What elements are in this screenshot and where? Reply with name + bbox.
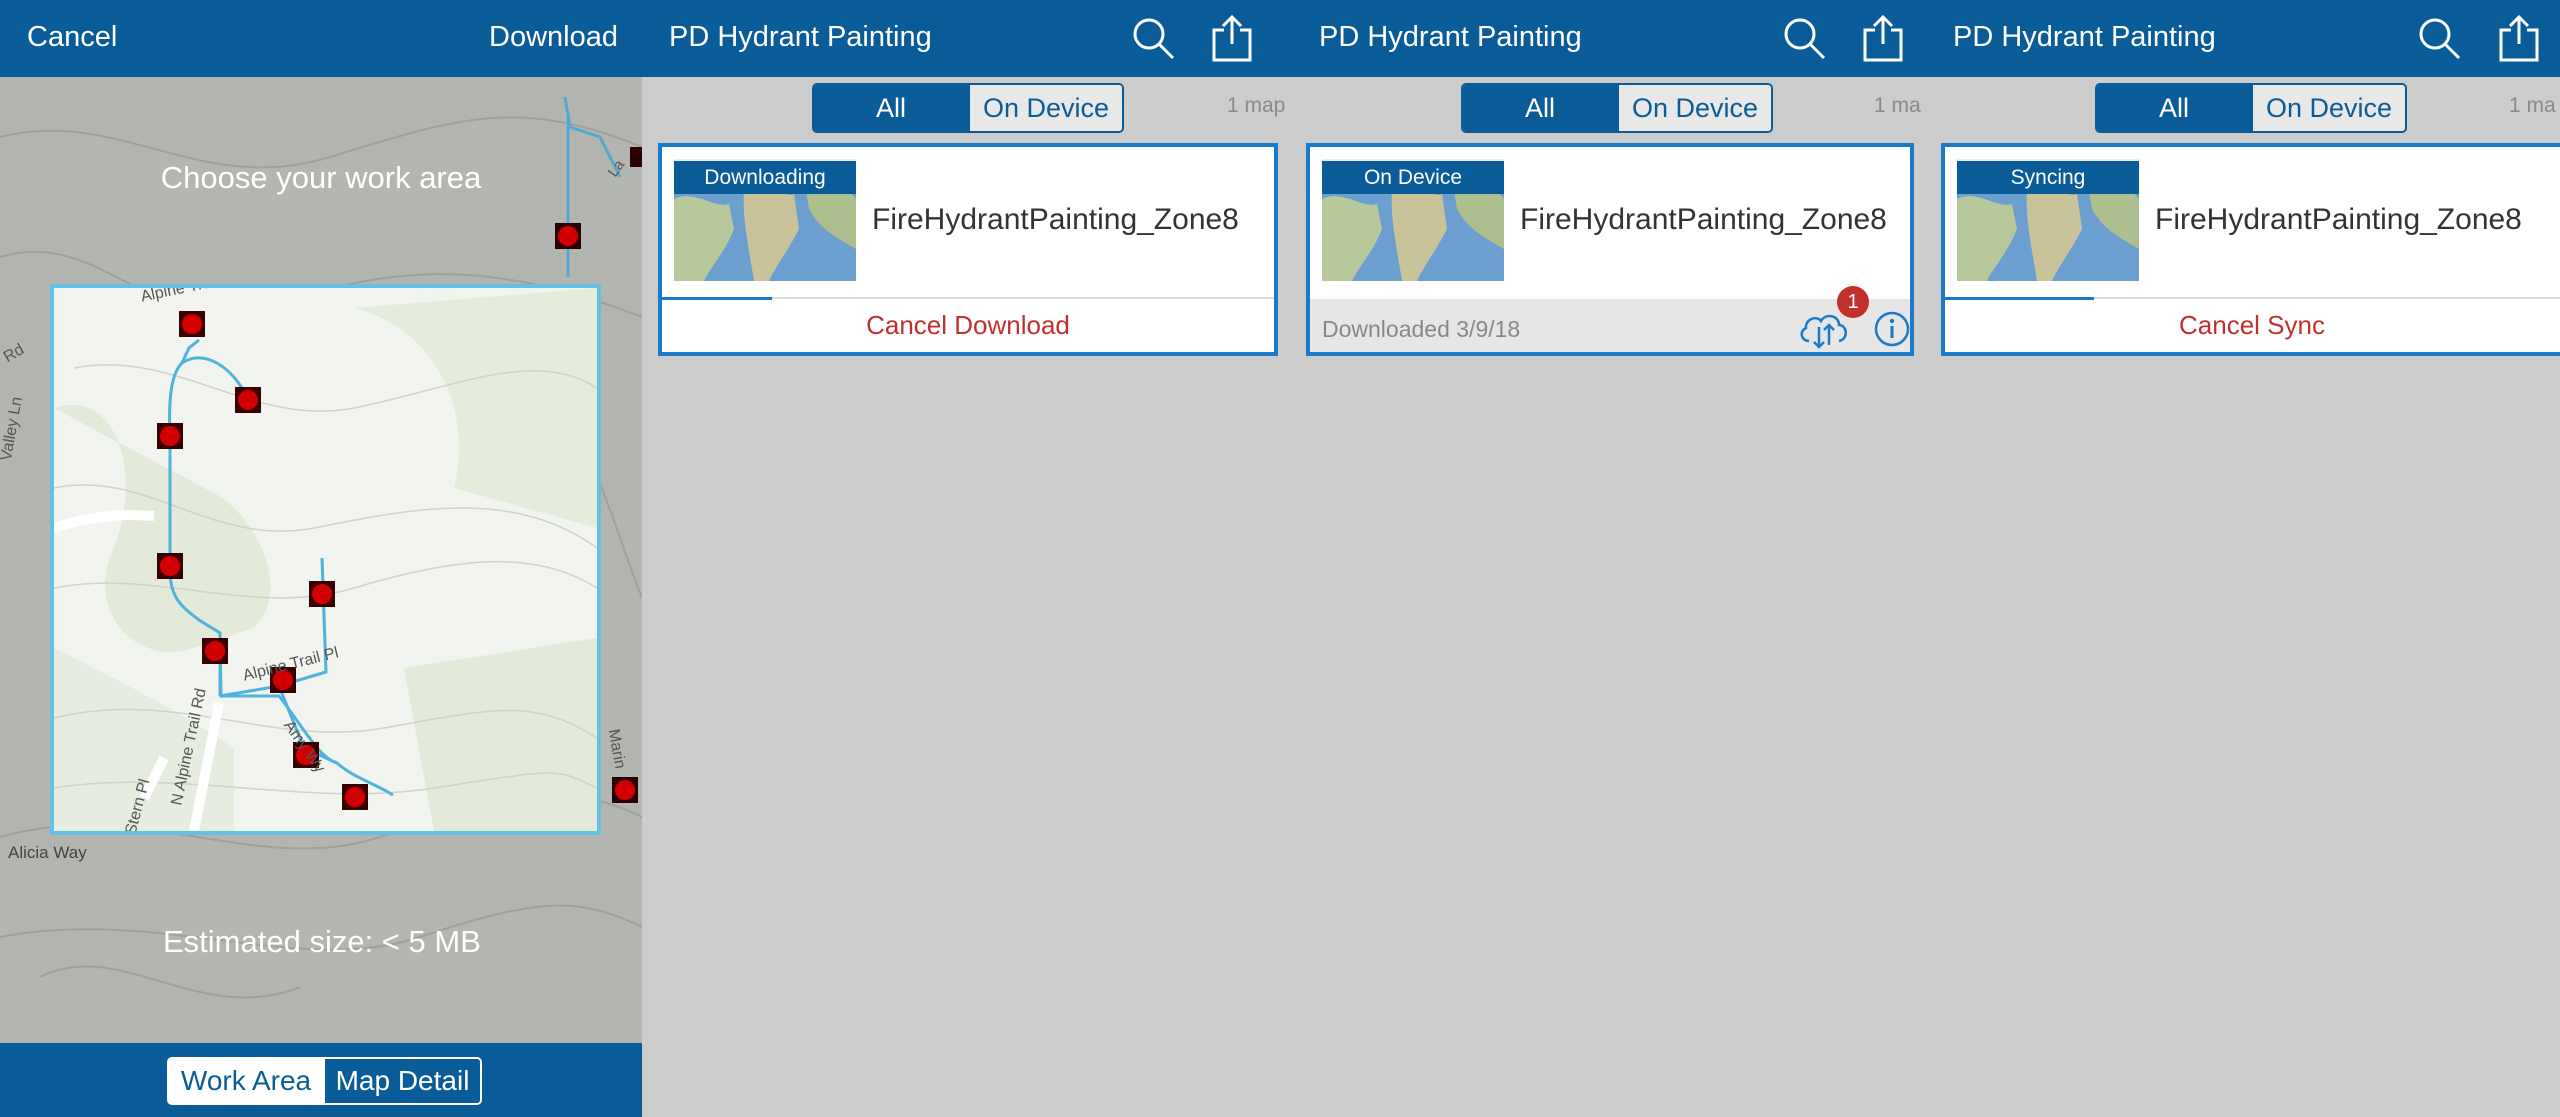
share-icon[interactable]	[1208, 14, 1256, 62]
status-badge: Syncing	[1957, 161, 2139, 194]
work-area-selection[interactable]: Alpine Trail Rd Alpine Trail Pl N Alpine…	[50, 284, 601, 835]
tab-on-device[interactable]: On Device	[1617, 85, 1771, 131]
work-area-instruction: Choose your work area	[160, 160, 482, 195]
search-icon[interactable]	[1780, 14, 1828, 62]
search-icon[interactable]	[1129, 14, 1177, 62]
bottom-toolbar: Work Area Map Detail	[0, 1043, 642, 1117]
tab-all[interactable]: All	[814, 85, 968, 131]
status-badge: Downloading	[674, 161, 856, 194]
info-icon[interactable]	[1873, 310, 1911, 348]
filter-segment: All On Device	[812, 83, 1124, 133]
panel-nav-bar: PD Hydrant Painting	[1290, 0, 1925, 77]
on-device-panel: PD Hydrant Painting All On Device 1 ma O…	[1290, 0, 1925, 1117]
download-button[interactable]: Download	[489, 21, 618, 54]
map-card[interactable]: On Device FireHydrantPainting_Zone8 Down…	[1306, 143, 1914, 356]
panel-nav-bar: PD Hydrant Painting	[642, 0, 1290, 77]
cancel-download-button[interactable]: Cancel Download	[662, 299, 1274, 352]
status-badge: On Device	[1322, 161, 1504, 194]
map-count: 1 map	[1227, 94, 1286, 117]
map-count: 1 ma	[2509, 94, 2556, 117]
syncing-panel: PD Hydrant Painting All On Device 1 ma S…	[1925, 0, 2560, 1117]
downloaded-date: Downloaded 3/9/18	[1322, 316, 1521, 342]
left-nav-bar: Cancel Download	[0, 0, 642, 77]
downloading-panel: PD Hydrant Painting All On Device 1 map …	[642, 0, 1290, 1117]
work-area-map	[54, 288, 597, 831]
tab-map-detail[interactable]: Map Detail	[323, 1059, 480, 1103]
cancel-sync-button[interactable]: Cancel Sync	[1945, 299, 2559, 352]
map-name: FireHydrantPainting_Zone8	[872, 203, 1239, 236]
map-count: 1 ma	[1874, 94, 1921, 117]
tab-on-device[interactable]: On Device	[2251, 85, 2405, 131]
map-name: FireHydrantPainting_Zone8	[1520, 203, 1887, 236]
share-icon[interactable]	[2495, 14, 2543, 62]
work-area-segment: Work Area Map Detail	[167, 1057, 482, 1105]
work-area-panel: La Rd Valley Ln Alicia Way Marin Cancel …	[0, 0, 642, 1117]
sync-count-badge: 1	[1837, 286, 1869, 318]
map-label-alicia-way: Alicia Way	[8, 843, 87, 862]
map-name: FireHydrantPainting_Zone8	[2155, 203, 2522, 236]
map-card[interactable]: Downloading FireHydrantPainting_Zone8 Ca…	[658, 143, 1278, 356]
tab-all[interactable]: All	[1463, 85, 1617, 131]
card-footer: Downloaded 3/9/18 1	[1310, 286, 1911, 352]
panel-nav-bar: PD Hydrant Painting	[1925, 0, 2560, 77]
tab-on-device[interactable]: On Device	[968, 85, 1122, 131]
filter-segment: All On Device	[1461, 83, 1773, 133]
estimated-size: Estimated size: < 5 MB	[163, 924, 481, 959]
tab-all[interactable]: All	[2097, 85, 2251, 131]
page-title: PD Hydrant Painting	[1953, 21, 2216, 53]
search-icon[interactable]	[2415, 14, 2463, 62]
page-title: PD Hydrant Painting	[1319, 21, 1582, 53]
tab-work-area[interactable]: Work Area	[169, 1059, 323, 1103]
page-title: PD Hydrant Painting	[669, 21, 932, 53]
cancel-button[interactable]: Cancel	[27, 21, 117, 54]
filter-segment: All On Device	[2095, 83, 2407, 133]
map-card[interactable]: Syncing FireHydrantPainting_Zone8 Cancel…	[1941, 143, 2560, 356]
share-icon[interactable]	[1859, 14, 1907, 62]
